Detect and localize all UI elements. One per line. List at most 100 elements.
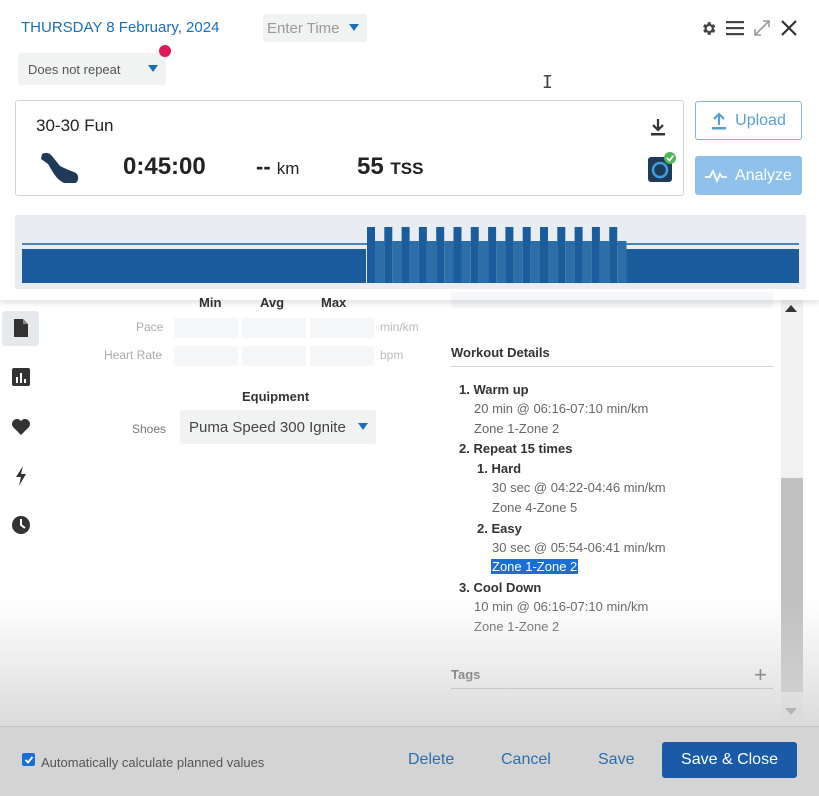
lightning-icon[interactable]	[11, 466, 31, 486]
graph-block-hard	[401, 227, 410, 283]
hr-min-input[interactable]	[174, 346, 238, 366]
step-zone: Zone 1-Zone 2	[474, 619, 560, 634]
workout-structure-graph	[15, 215, 806, 289]
graph-block-easy	[409, 241, 419, 283]
pulse-icon	[705, 168, 728, 183]
notification-dot	[159, 45, 171, 57]
scroll-down-icon[interactable]	[785, 708, 797, 715]
col-avg: Avg	[260, 295, 285, 310]
graph-block-hard	[522, 227, 531, 283]
upload-icon	[712, 111, 727, 129]
tags-title: Tags	[451, 667, 481, 682]
distance-unit: km	[276, 159, 300, 178]
delete-button[interactable]: Delete	[408, 751, 454, 769]
workout-tss: 55 TSS	[357, 153, 423, 181]
step-zone: Zone 4-Zone 5	[492, 500, 578, 515]
graph-block-hard	[453, 227, 462, 283]
selected-text: Zone 1-Zone 2	[491, 559, 579, 574]
step-zone-selected[interactable]: Zone 1-Zone 2	[491, 559, 579, 574]
graph-block-hard	[540, 227, 548, 283]
step-detail: 20 min @ 06:16-07:10 min/km	[474, 401, 649, 416]
shoes-label: Shoes	[132, 422, 167, 436]
graph-block-hard	[470, 227, 479, 283]
step-detail: 30 sec @ 05:54-06:41 min/km	[492, 540, 666, 555]
scrollbar-thumb[interactable]	[781, 478, 803, 692]
step-title: 2. Easy	[477, 521, 522, 536]
graph-block-hard	[591, 227, 600, 283]
workout-date: THURSDAY 8 February, 2024	[21, 19, 220, 36]
hr-avg-input[interactable]	[242, 346, 306, 366]
document-icon[interactable]	[11, 318, 31, 338]
hr-max-input[interactable]	[310, 346, 374, 366]
step-title: 2. Repeat 15 times	[459, 441, 573, 456]
repeat-value: Does not repeat	[28, 62, 121, 77]
fade-overlay	[0, 600, 819, 726]
pace-min-input[interactable]	[174, 318, 238, 338]
step-title: 1. Warm up	[459, 382, 529, 397]
step-title: 1. Hard	[477, 461, 522, 476]
menu-icon[interactable]	[725, 18, 745, 38]
graph-block-easy	[565, 241, 575, 283]
hr-unit: bpm	[380, 348, 404, 362]
tss-unit: TSS	[390, 159, 424, 178]
graph-block-hard	[488, 227, 497, 283]
graph-block-warmup	[22, 249, 366, 283]
shoe-icon	[38, 150, 80, 189]
step-title: 3. Cool Down	[459, 580, 542, 595]
graph-block-easy	[478, 241, 489, 283]
close-icon[interactable]	[779, 18, 799, 38]
upload-button[interactable]: Upload	[695, 101, 802, 140]
graph-block-hard	[384, 227, 393, 283]
col-min: Min	[199, 295, 222, 310]
plus-icon[interactable]: +	[754, 662, 767, 688]
time-select[interactable]: Enter Time	[263, 14, 367, 42]
workout-details-title: Workout Details	[451, 345, 550, 360]
save-button[interactable]: Save	[598, 751, 634, 769]
distance-value: --	[256, 154, 271, 179]
pace-avg-input[interactable]	[242, 318, 306, 338]
cancel-button[interactable]: Cancel	[501, 751, 551, 769]
shoes-select[interactable]: Puma Speed 300 Ignite	[180, 410, 376, 444]
workout-structure-chart	[22, 227, 799, 283]
graph-block-easy	[530, 241, 540, 283]
shoes-value: Puma Speed 300 Ignite	[189, 419, 346, 436]
graph-block-easy	[582, 241, 592, 283]
bar-chart-icon[interactable]	[11, 367, 31, 387]
graph-block-easy	[392, 241, 402, 283]
gear-icon[interactable]	[698, 18, 718, 38]
graph-block-easy	[444, 241, 454, 283]
graph-block-easy	[599, 241, 610, 283]
divider	[451, 688, 773, 689]
divider	[451, 366, 773, 367]
graph-block-easy	[426, 241, 437, 283]
repeat-select[interactable]: Does not repeat	[18, 53, 166, 85]
workout-summary-card	[15, 100, 684, 196]
heart-icon[interactable]	[11, 417, 31, 437]
pace-unit: min/km	[380, 320, 419, 334]
step-zone: Zone 1-Zone 2	[474, 421, 560, 436]
graph-block-easy	[496, 241, 506, 283]
analyze-label: Analyze	[735, 166, 792, 184]
pace-max-input[interactable]	[310, 318, 374, 338]
graph-block-hard	[505, 227, 514, 283]
scroll-up-icon[interactable]	[785, 305, 797, 312]
graph-block-hard	[609, 227, 618, 283]
download-icon[interactable]	[650, 117, 666, 142]
description-box[interactable]	[451, 292, 773, 308]
clock-icon[interactable]	[11, 515, 31, 535]
graph-block-easy	[375, 241, 385, 283]
graph-block-easy	[513, 241, 523, 283]
graph-block-hard	[418, 227, 427, 283]
equipment-title: Equipment	[242, 389, 310, 404]
auto-calc-checkbox[interactable]	[22, 753, 35, 766]
graph-block-cooldown	[626, 249, 799, 283]
expand-icon[interactable]	[752, 18, 772, 38]
device-sync-icon	[647, 152, 677, 189]
workout-title[interactable]: 30-30 Fun	[36, 116, 114, 136]
tss-value: 55	[357, 153, 384, 180]
auto-calc-label: Automatically calculate planned values	[41, 755, 265, 770]
save-close-button[interactable]: Save & Close	[662, 742, 797, 778]
graph-block-hard	[557, 227, 566, 283]
analyze-button[interactable]: Analyze	[695, 156, 802, 195]
step-detail: 30 sec @ 04:22-04:46 min/km	[492, 480, 666, 495]
